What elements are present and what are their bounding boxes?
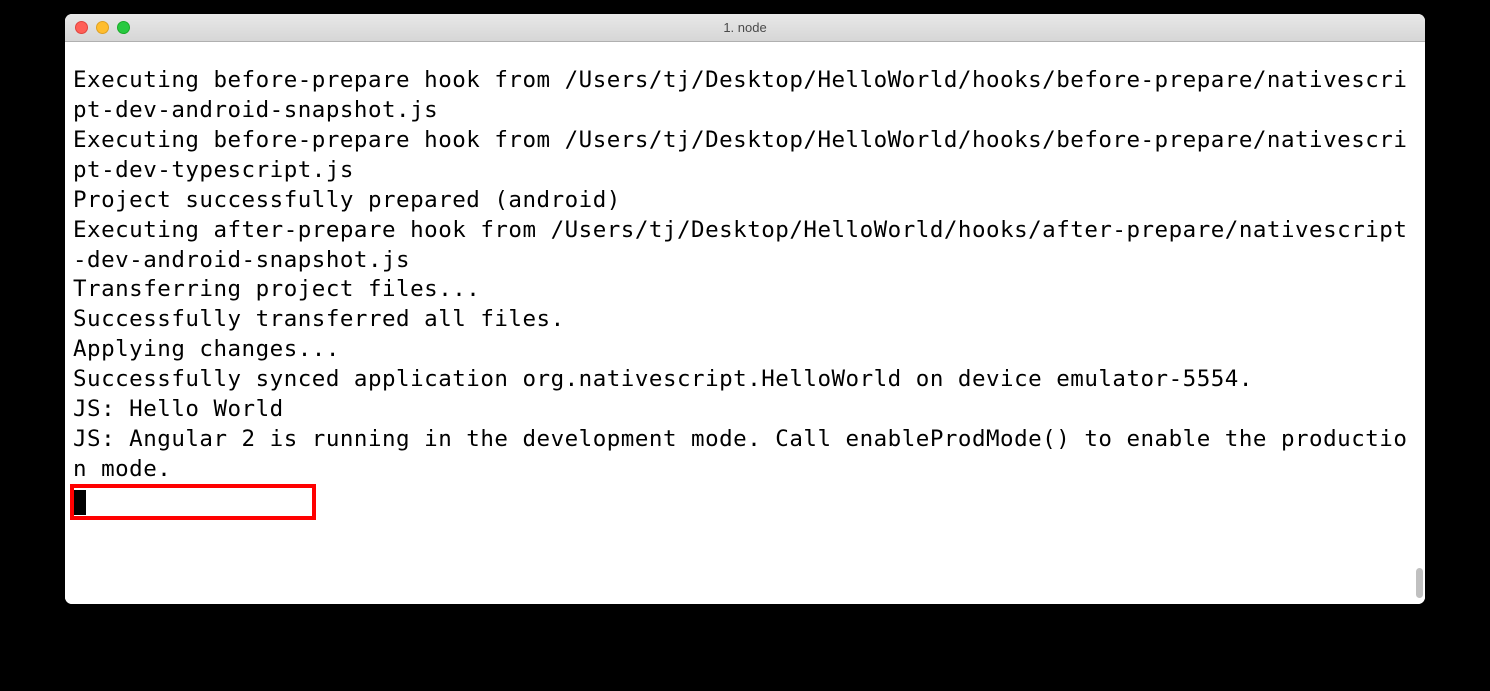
minimize-icon[interactable] <box>96 21 109 34</box>
terminal-line: Successfully synced application org.nati… <box>73 365 1417 395</box>
scrollbar-thumb[interactable] <box>1416 568 1423 598</box>
terminal-line: Transferring project files... <box>73 275 1417 305</box>
terminal-window: 1. node Executing before-prepare hook fr… <box>65 14 1425 604</box>
terminal-line: Project successfully prepared (android) <box>73 186 1417 216</box>
terminal-line: Executing before-prepare hook from /User… <box>73 126 1417 186</box>
maximize-icon[interactable] <box>117 21 130 34</box>
terminal-line: Successfully transferred all files. <box>73 305 1417 335</box>
terminal-body[interactable]: Executing before-prepare hook from /User… <box>65 42 1425 604</box>
titlebar[interactable]: 1. node <box>65 14 1425 42</box>
traffic-lights <box>65 21 130 34</box>
terminal-line: Executing after-prepare hook from /Users… <box>73 216 1417 276</box>
window-title: 1. node <box>65 20 1425 35</box>
terminal-line: Applying changes... <box>73 335 1417 365</box>
terminal-line: Executing before-prepare hook from /User… <box>73 66 1417 126</box>
close-icon[interactable] <box>75 21 88 34</box>
terminal-line: JS: Hello World <box>73 395 1417 425</box>
cursor <box>73 485 1417 515</box>
terminal-line: JS: Angular 2 is running in the developm… <box>73 425 1417 485</box>
